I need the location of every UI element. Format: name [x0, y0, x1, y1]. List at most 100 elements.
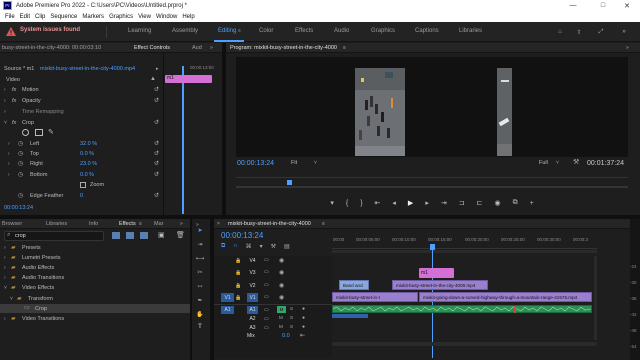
v1-sync-icon[interactable]: ▭ — [264, 294, 269, 300]
mark-in-icon[interactable]: { — [346, 200, 348, 207]
track-v2-label[interactable]: V2 — [247, 282, 258, 290]
tab-source[interactable]: busy-street-in-the-city-4000: 00:00:03:1… — [2, 45, 101, 51]
right-expand-icon[interactable]: › — [8, 161, 10, 167]
tab-effects[interactable]: Effects — [119, 221, 136, 227]
mix-volume-value[interactable]: 0.0 — [282, 333, 290, 339]
presets-expand-icon[interactable]: › — [4, 245, 6, 251]
lumetri-expand-icon[interactable]: › — [4, 255, 6, 261]
tree-item-video-transitions[interactable]: Video Transitions — [22, 316, 64, 322]
menu-help[interactable]: Help — [182, 14, 194, 20]
crop-bottom-value[interactable]: 0.0 % — [80, 172, 94, 178]
fullscreen-icon[interactable]: ⤢ — [596, 27, 606, 37]
top-expand-icon[interactable]: › — [8, 151, 10, 157]
a3-sync-icon[interactable]: ▭ — [264, 325, 269, 331]
menu-clip[interactable]: Clip — [35, 14, 45, 20]
effects-more-icon[interactable]: » — [180, 221, 183, 227]
menu-window[interactable]: Window — [156, 14, 177, 20]
nest-icon[interactable]: ⧉ — [221, 243, 225, 251]
clip-m1[interactable]: m1 — [419, 268, 454, 278]
pen-tool-icon[interactable]: ✒ — [194, 295, 206, 305]
tree-item-lumetri-presets[interactable]: Lumetri Presets — [22, 255, 61, 261]
a2-audio-clip[interactable] — [332, 314, 368, 318]
minimize-button[interactable]: — — [560, 0, 586, 11]
track-v4-label[interactable]: V4 — [247, 257, 258, 265]
snap-icon[interactable]: ∩ — [233, 243, 237, 251]
mini-playhead[interactable] — [182, 66, 184, 214]
v4-lock-icon[interactable]: 🔒 — [235, 258, 241, 264]
quality-chevron-down-icon[interactable]: ˅ — [556, 160, 559, 166]
menu-view[interactable]: View — [138, 14, 151, 20]
crop-top-value[interactable]: 0.0 % — [80, 151, 94, 157]
program-zoom-bar[interactable] — [236, 186, 628, 188]
home-icon[interactable]: ⌂ — [555, 27, 565, 37]
crop-expand-icon[interactable]: ˅ — [4, 120, 7, 126]
tab-media-browser[interactable]: Browser — [2, 221, 22, 227]
workspace-tab-libraries[interactable]: Libraries — [459, 28, 482, 34]
clip-v1-busy-street[interactable]: mixkit-busy-street-in-t — [332, 292, 418, 302]
source-line[interactable]: Source * m1 — [4, 66, 34, 72]
a2-solo-button[interactable]: S — [290, 315, 293, 320]
razor-tool-icon[interactable]: ✂ — [194, 267, 206, 277]
system-issues-text[interactable]: System issues found — [20, 27, 80, 33]
zoom-checkbox[interactable] — [80, 182, 86, 188]
fit-dropdown[interactable]: Fit — [291, 160, 297, 166]
timeline-settings-icon[interactable]: ⚒ — [271, 243, 276, 251]
quality-dropdown[interactable]: Full — [539, 160, 548, 166]
play-icon[interactable]: ▶ — [408, 199, 413, 207]
export-frame-icon[interactable]: ◉ — [494, 199, 500, 207]
lift-icon[interactable]: ⊐ — [459, 199, 465, 207]
button-editor-icon[interactable]: + — [530, 200, 534, 207]
type-tool-icon[interactable]: T — [194, 322, 206, 332]
v3-lock-icon[interactable]: 🔒 — [235, 270, 241, 276]
workspace-tab-graphics[interactable]: Graphics — [371, 28, 395, 34]
a1-voiceover-icon[interactable]: ● — [302, 306, 305, 312]
program-monitor-title[interactable]: Program: mixkit-busy-street-in-the-city-… — [230, 45, 337, 51]
track-select-tool-icon[interactable]: ⇥ — [194, 239, 206, 249]
edge-feather-value[interactable]: 0 — [80, 193, 83, 199]
close-button[interactable]: ✕ — [614, 0, 640, 11]
fit-chevron-down-icon[interactable]: ˅ — [314, 160, 317, 166]
warning-icon[interactable] — [6, 27, 16, 36]
effect-controls-timecode[interactable]: 00:00:13:24 — [4, 205, 33, 211]
wrench-icon[interactable]: ⚒ — [573, 158, 579, 166]
tree-item-audio-transitions[interactable]: Audio Transitions — [22, 275, 64, 281]
program-menu-icon[interactable]: ≡ — [343, 45, 346, 51]
tab-effect-controls[interactable]: Effect Controls — [134, 45, 170, 51]
captions-icon[interactable]: ▤ — [284, 243, 290, 251]
workspace-tab-audio[interactable]: Audio — [334, 28, 349, 34]
play-only-icon[interactable]: ▸ — [156, 66, 159, 72]
motion-expand-icon[interactable]: › — [4, 87, 6, 93]
accelerated-effects-icon[interactable] — [112, 232, 120, 239]
crop-right-value[interactable]: 23.0 % — [80, 161, 97, 167]
tab-audio-mixer[interactable]: Aud — [192, 45, 202, 51]
bottom-reset-icon[interactable]: ↺ — [154, 171, 159, 178]
v2-eye-icon[interactable]: ◉ — [279, 282, 284, 289]
menu-markers[interactable]: Markers — [82, 14, 104, 20]
opacity-expand-icon[interactable]: › — [4, 98, 6, 104]
motion-label[interactable]: Motion — [22, 87, 39, 93]
v4-eye-icon[interactable]: ◉ — [279, 257, 284, 264]
v1-eye-icon[interactable]: ◉ — [279, 294, 284, 301]
go-to-out-icon[interactable]: ⇥ — [441, 199, 447, 207]
crop-label[interactable]: Crop — [22, 120, 34, 126]
right-stopwatch-icon[interactable]: ◷ — [18, 160, 23, 167]
track-v3-label[interactable]: V3 — [247, 269, 258, 277]
a3-mute-button[interactable]: M — [279, 324, 283, 329]
opacity-label[interactable]: Opacity — [22, 98, 41, 104]
v3-sync-icon[interactable]: ▭ — [264, 269, 269, 275]
left-stopwatch-icon[interactable]: ◷ — [18, 140, 23, 147]
timeline-close-icon[interactable]: × — [217, 221, 220, 227]
edge-reset-icon[interactable]: ↺ — [154, 192, 159, 199]
timeline-timecode[interactable]: 00:00:13:24 — [221, 231, 263, 240]
tree-item-audio-effects[interactable]: Audio Effects — [22, 265, 54, 271]
edge-stopwatch-icon[interactable]: ◷ — [18, 192, 23, 199]
menu-sequence[interactable]: Sequence — [50, 14, 77, 20]
workspace-tab-captions[interactable]: Captions — [415, 28, 439, 34]
trash-icon[interactable]: 🗑 — [176, 231, 185, 239]
crop-left-value[interactable]: 32.0 % — [80, 141, 97, 147]
clip-band[interactable]: Band and — [339, 280, 369, 290]
tree-item-crop[interactable]: Crop — [35, 306, 47, 312]
time-remap-label[interactable]: Time Remapping — [22, 109, 64, 115]
quick-export-icon[interactable]: ⇧ — [574, 27, 584, 37]
tree-item-presets[interactable]: Presets — [22, 245, 41, 251]
